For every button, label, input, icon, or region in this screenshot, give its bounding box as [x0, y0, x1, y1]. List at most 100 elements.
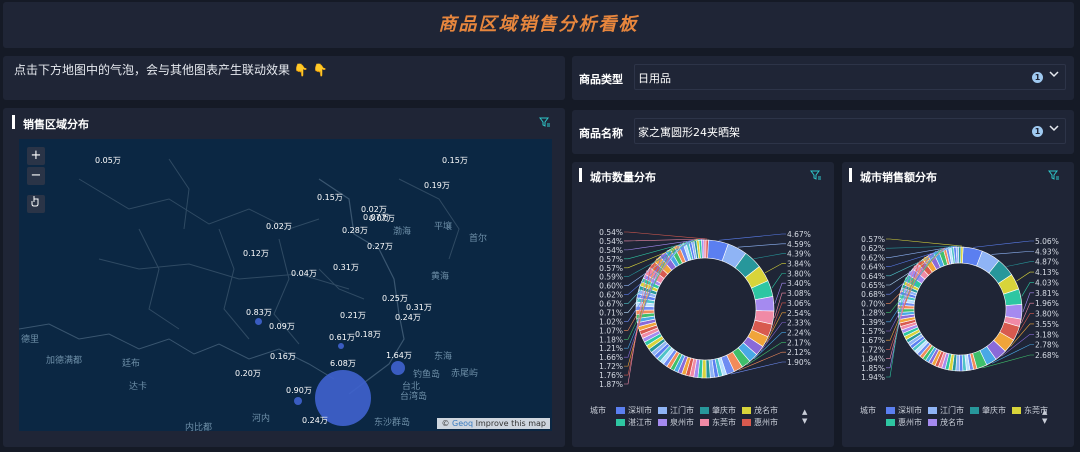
hint-text-line: 点击下方地图中的气泡，会与其他图表产生联动效果 👇 👇 — [14, 61, 328, 78]
slice-percent-label: 2.12% — [787, 348, 811, 357]
map-place-label: 赤尾屿 — [451, 369, 479, 379]
city-sales-legend: 城市 深圳市 江门市 肇庆市 东莞市 惠州市 茂名市 ▲ ▼ — [842, 403, 1074, 433]
donut-slice[interactable] — [958, 354, 964, 372]
label-leader-line — [973, 240, 1034, 248]
slice-percent-label: 1.87% — [599, 380, 623, 389]
map-place-label: 台湾岛 — [400, 392, 428, 402]
slice-percent-label: 1.02% — [599, 317, 623, 326]
legend-item[interactable]: 深圳市 — [616, 405, 652, 416]
title-bar: 商品区域销售分析看板 — [3, 2, 1074, 48]
city-count-donut[interactable]: 4.67%4.59%4.39%3.84%3.80%3.40%3.08%3.06%… — [572, 197, 834, 427]
hand-pointer-icon[interactable] — [27, 195, 45, 213]
legend-label: 江门市 — [670, 406, 694, 415]
label-leader-line — [774, 282, 786, 304]
slice-percent-label: 1.84% — [861, 355, 885, 364]
legend-swatch — [700, 419, 709, 426]
legend-label: 江门市 — [940, 406, 964, 415]
product-type-value: 日用品 — [638, 72, 671, 85]
product-type-filter: 商品类型 日用品 1 — [572, 56, 1074, 100]
product-name-select[interactable]: 家之寓圆形24夹晒架 1 — [634, 118, 1066, 144]
slice-percent-label: 3.81% — [1035, 289, 1059, 298]
city-count-panel: 城市数量分布 4.67% 4.59% 4.39% 3.84% 3.80% 3.40% 3.0… — [572, 162, 834, 447]
slice-percent-label: 3.40% — [787, 279, 811, 288]
chevron-down-icon[interactable] — [1049, 123, 1059, 136]
slice-percent-label: 0.71% — [599, 308, 623, 317]
bubble-value-label: 0.24万 — [302, 416, 328, 425]
label-leader-line — [1016, 271, 1034, 282]
slice-percent-label: 0.54% — [599, 237, 623, 246]
legend-item[interactable]: 肇庆市 — [700, 405, 736, 416]
slice-percent-label: 1.72% — [861, 345, 885, 354]
map-place-label: 内比都 — [185, 423, 213, 431]
bubble-value-label: 0.20万 — [235, 369, 261, 378]
improve-map-link[interactable]: Improve this map — [476, 419, 546, 428]
label-leader-line — [1022, 292, 1034, 312]
legend-item[interactable]: 东莞市 — [700, 417, 736, 428]
slice-percent-label: 3.08% — [787, 289, 811, 298]
map-place-label: 德里 — [21, 335, 40, 345]
filter-icon[interactable] — [810, 169, 822, 181]
bubble-value-label: 0.90万 — [286, 386, 312, 395]
slice-percent-label: 1.67% — [861, 336, 885, 345]
legend-item[interactable]: 茂名市 — [742, 405, 778, 416]
legend-swatch — [1012, 407, 1021, 414]
map-bubble[interactable] — [255, 318, 262, 325]
slice-percent-label: 3.80% — [787, 269, 811, 278]
china-map[interactable]: + − 渤海 平壤 首尔 黄海 东海 钓鱼岛 赤尾屿 台北 台湾岛 东沙群岛 河… — [19, 139, 552, 431]
legend-item[interactable]: 惠州市 — [886, 417, 922, 428]
legend-page-up-icon[interactable]: ▲ — [1042, 408, 1047, 416]
filter-icon[interactable] — [1048, 169, 1060, 181]
slice-percent-label: 0.54% — [599, 246, 623, 255]
legend-item[interactable]: 泉州市 — [658, 417, 694, 428]
slice-percent-label: 0.64% — [861, 263, 885, 272]
map-bubble[interactable] — [338, 343, 344, 349]
legend-swatch — [616, 407, 625, 414]
filter-icon[interactable] — [539, 116, 551, 128]
slice-percent-label: 0.57% — [599, 264, 623, 273]
slice-percent-label: 4.03% — [1035, 278, 1059, 287]
legend-item[interactable]: 湛江市 — [616, 417, 652, 428]
legend-swatch — [742, 407, 751, 414]
map-place-label: 渤海 — [393, 227, 412, 237]
slice-percent-label: 1.39% — [861, 318, 885, 327]
slice-percent-label: 1.66% — [599, 353, 623, 362]
legend-swatch — [886, 419, 895, 426]
slice-percent-label: 1.96% — [1035, 299, 1059, 308]
legend-item[interactable]: 惠州市 — [742, 417, 778, 428]
slice-percent-label: 3.06% — [787, 299, 811, 308]
legend-page-down-icon[interactable]: ▼ — [802, 417, 807, 425]
legend-item[interactable]: 肇庆市 — [970, 405, 1006, 416]
zoom-out-button[interactable]: − — [27, 167, 45, 185]
legend-item[interactable]: 江门市 — [928, 405, 964, 416]
slice-percent-label: 4.39% — [787, 250, 811, 259]
label-leader-line — [737, 243, 786, 248]
bubble-value-label: 0.61万 — [329, 333, 355, 342]
legend-item[interactable]: 茂名市 — [928, 417, 964, 428]
bubble-value-label: 0.07万 — [369, 214, 395, 223]
zoom-in-button[interactable]: + — [27, 147, 45, 165]
legend-item[interactable]: 深圳市 — [886, 405, 922, 416]
map-bubble[interactable] — [294, 397, 302, 405]
legend-swatch — [658, 419, 667, 426]
legend-page-down-icon[interactable]: ▼ — [1042, 417, 1047, 425]
geoq-link[interactable]: Geoq — [452, 419, 473, 428]
slice-percent-label: 1.28% — [861, 309, 885, 318]
legend-page-up-icon[interactable]: ▲ — [802, 408, 807, 416]
label-leader-line — [1006, 261, 1034, 267]
legend-item[interactable]: 江门市 — [658, 405, 694, 416]
map-bubble[interactable] — [391, 361, 405, 375]
bubble-value-label: 0.15万 — [317, 193, 343, 202]
legend-swatch — [742, 419, 751, 426]
slice-percent-label: 4.67% — [787, 230, 811, 239]
chevron-down-icon[interactable] — [1049, 69, 1059, 82]
product-type-select[interactable]: 日用品 1 — [634, 64, 1066, 90]
city-sales-title: 城市销售额分布 — [849, 168, 937, 185]
city-sales-donut[interactable]: 5.06%4.93% 4.87%4.13%4.03% 3.81%1.96% 3.80%… — [842, 197, 1074, 427]
legend-label: 惠州市 — [754, 418, 778, 427]
legend-label: 深圳市 — [898, 406, 922, 415]
slice-percent-label: 3.80% — [1035, 310, 1059, 319]
legend-swatch — [658, 407, 667, 414]
slice-percent-label: 0.57% — [599, 255, 623, 264]
map-attribution[interactable]: © Geoq Improve this map — [437, 418, 550, 429]
label-leader-line — [774, 292, 786, 318]
